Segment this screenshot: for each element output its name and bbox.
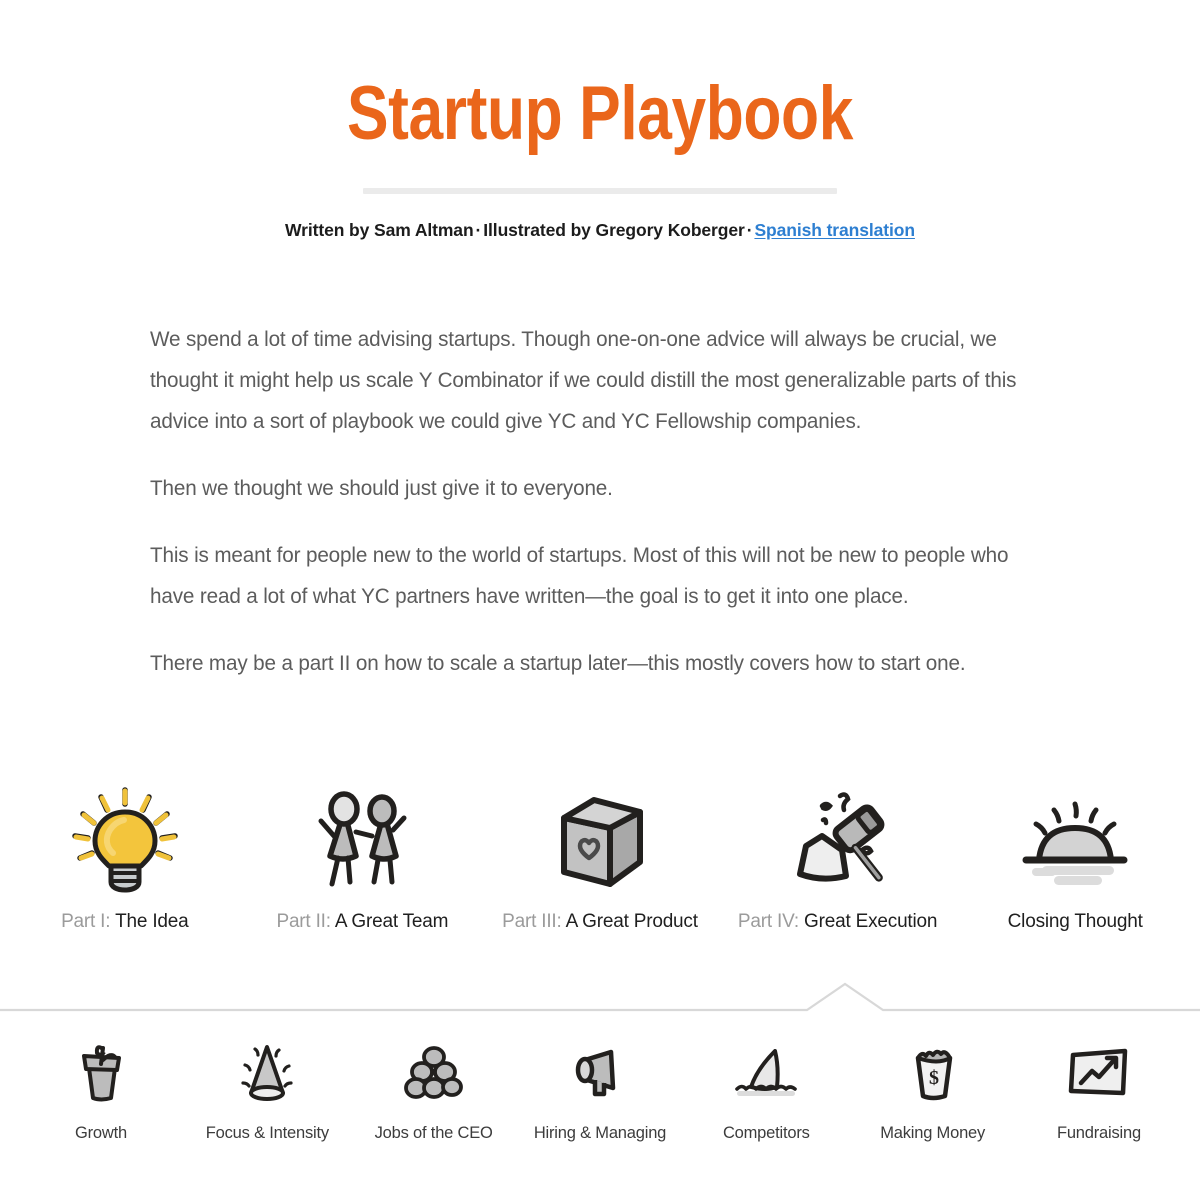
chapter-label-making-money: Making Money (880, 1124, 986, 1142)
masthead: Startup Playbook Written by Sam Altman · I… (0, 0, 1200, 241)
chapter-item-focus-and-intensity[interactable]: Focus & Intensity (184, 1040, 350, 1143)
byline-author: Written by Sam Altman (285, 220, 474, 241)
part-prefix: Part I: (61, 911, 111, 932)
shark-fin-icon (683, 1040, 849, 1106)
chapter-label-competitors: Competitors (722, 1124, 810, 1142)
part-label-a-great-product: Part III: A Great Product (481, 911, 719, 933)
part-prefix: Part IV: (737, 911, 799, 932)
chapter-label-fundraising: Fundraising (1056, 1124, 1141, 1142)
chapter-item-growth[interactable]: Growth (18, 1040, 184, 1143)
sunrise-icon (956, 785, 1194, 895)
part-item-great-execution[interactable]: Part IV: Great Execution (719, 785, 957, 933)
stacked-rocks-icon (351, 1040, 517, 1106)
megaphone-icon (517, 1040, 683, 1106)
chapter-item-making-money[interactable]: $ Making Money (850, 1040, 1016, 1143)
chapter-label-focus-and-intensity: Focus & Intensity (205, 1124, 329, 1142)
potted-plant-icon (18, 1040, 184, 1106)
section-divider (0, 982, 1200, 1022)
chapter-item-jobs-of-the-ceo[interactable]: Jobs of the CEO (351, 1040, 517, 1143)
box-with-heart-icon (481, 785, 719, 895)
byline: Written by Sam Altman · Illustrated by Gre… (0, 220, 1200, 241)
hammer-and-rock-icon (719, 785, 957, 895)
divider-notch-arrow-icon (0, 982, 1200, 1012)
money-cup-icon: $ (850, 1040, 1016, 1106)
spanish-translation-link[interactable]: Spanish translation (754, 220, 915, 240)
part-prefix: Part II: (276, 911, 331, 932)
byline-separator-1: · (475, 220, 482, 241)
part-item-a-great-product[interactable]: Part III: A Great Product (481, 785, 719, 933)
part-title: Great Execution (804, 911, 938, 932)
chapter-label-growth: Growth (75, 1124, 127, 1142)
part-title: A Great Team (334, 911, 449, 932)
intro-paragraph-3: This is meant for people new to the worl… (150, 544, 1009, 609)
chapter-item-hiring-and-managing[interactable]: Hiring & Managing (517, 1040, 683, 1143)
svg-text:$: $ (929, 1067, 939, 1089)
part-label-the-idea: Part I: The Idea (6, 911, 244, 933)
chapter-item-fundraising[interactable]: Fundraising (1016, 1040, 1182, 1143)
intro-paragraph-1: We spend a lot of time advising startups… (150, 328, 1017, 434)
intro-prose: We spend a lot of time advising startups… (150, 241, 1050, 684)
part-item-a-great-team[interactable]: Part II: A Great Team (244, 785, 482, 933)
part-title: A Great Product (565, 911, 698, 932)
two-people-icon (244, 785, 482, 895)
cone-icon (184, 1040, 350, 1106)
intro-paragraph-4: There may be a part II on how to scale a… (150, 652, 966, 676)
chapters-navigation: Growth Focus & Intensity Jobs of the CEO… (0, 1040, 1200, 1143)
byline-illustrator: Illustrated by Gregory Koberger (483, 220, 745, 241)
part-item-the-idea[interactable]: Part I: The Idea (6, 785, 244, 933)
page-title: Startup Playbook (347, 71, 853, 156)
parts-navigation: Part I: The Idea Part II: A Great Team P… (0, 785, 1200, 933)
growth-chart-icon (1016, 1040, 1182, 1106)
startup-playbook-page: Startup Playbook Written by Sam Altman · I… (0, 0, 1200, 1200)
chapter-item-competitors[interactable]: Competitors (683, 1040, 849, 1143)
chapter-label-jobs-of-the-ceo: Jobs of the CEO (374, 1124, 493, 1142)
part-title: The Idea (115, 911, 189, 932)
byline-separator-2: · (746, 220, 753, 241)
part-item-closing-thought[interactable]: Closing Thought (956, 785, 1194, 933)
part-label-great-execution: Part IV: Great Execution (719, 911, 957, 933)
part-prefix: Part III: (502, 911, 562, 932)
lightbulb-icon (6, 785, 244, 895)
title-divider-rule (363, 188, 837, 195)
part-label-a-great-team: Part II: A Great Team (244, 911, 482, 933)
chapter-label-hiring-and-managing: Hiring & Managing (533, 1124, 667, 1142)
intro-paragraph-2: Then we thought we should just give it t… (150, 477, 613, 501)
part-title: Closing Thought (1007, 911, 1143, 932)
part-label-closing-thought: Closing Thought (956, 911, 1194, 933)
